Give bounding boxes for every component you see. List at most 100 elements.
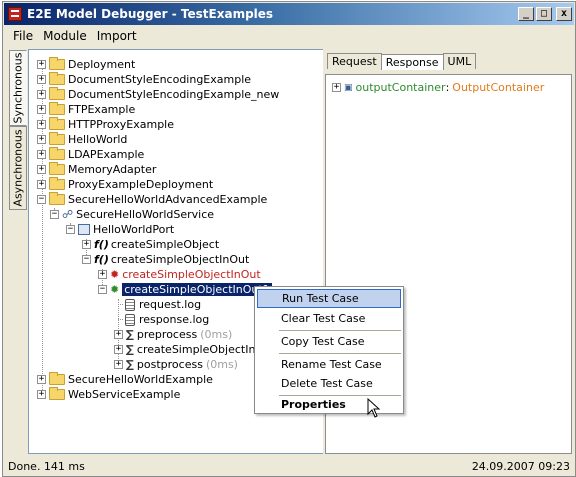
tree-item[interactable]: + ✹ createSimpleObjectInOut [98,267,261,282]
expand-icon[interactable]: + [114,360,123,369]
tree-item[interactable]: + ∑ createSimpleObjectInOut [114,342,275,357]
expand-icon[interactable]: + [37,105,46,114]
clear-test-case-menu-item[interactable]: Clear Test Case [257,309,401,328]
collapse-icon[interactable]: − [37,195,46,204]
collapse-icon[interactable]: − [82,255,91,264]
side-tab-strip: Synchronous Asynchronous [8,50,28,450]
tree-item[interactable]: + WebServiceExample [37,387,180,402]
run-test-case-menu-item[interactable]: Run Test Case [257,289,401,308]
tree-item[interactable]: + f() createSimpleObject [82,237,219,252]
tree-item[interactable]: + ProxyExampleDeployment [37,177,213,192]
expand-icon[interactable]: + [37,90,46,99]
expand-icon[interactable]: + [82,240,91,249]
tree-connector [118,319,123,320]
tree-item[interactable]: + FTPExample [37,102,135,117]
tree-item[interactable]: + DocumentStyleEncodingExample [37,72,251,87]
tree-item-label: MemoryAdapter [68,163,157,176]
tree-item-label: SecureHelloWorldAdvancedExample [68,193,268,206]
expand-icon[interactable]: + [332,83,341,92]
expand-icon[interactable]: + [37,135,46,144]
expand-icon[interactable]: + [37,60,46,69]
folder-icon [49,162,65,175]
tree-item[interactable]: + MemoryAdapter [37,162,156,177]
expand-icon[interactable]: + [37,375,46,384]
tree-item-label: FTPExample [68,103,136,116]
folder-icon [49,102,65,115]
folder-icon [49,147,65,160]
port-icon [78,224,90,235]
detail-tab-bar: Request Response UML [327,53,477,70]
menu-file[interactable]: File [8,27,38,45]
tree-item[interactable]: + ∑ postprocess (0ms) [114,357,238,372]
expand-icon[interactable]: + [37,120,46,129]
copy-test-case-menu-item[interactable]: Copy Test Case [257,332,401,351]
container-icon: ▣ [344,82,353,93]
tree-item[interactable]: + Deployment [37,57,135,72]
window-title: E2E Model Debugger - TestExamples [27,7,274,21]
menu-import[interactable]: Import [92,27,142,45]
maximize-button[interactable]: □ [536,7,552,21]
status-timestamp: 24.09.2007 09:23 [471,460,570,473]
timing-label: (0ms) [205,358,238,371]
tree-item[interactable]: − ✹ createSimpleObjectInOut1 [98,282,272,297]
tree-item-label: WebServiceExample [68,388,181,401]
tab-synchronous[interactable]: Synchronous [9,50,27,126]
expand-icon[interactable]: + [37,165,46,174]
title-bar[interactable]: E2E Model Debugger - TestExamples _ □ x [4,3,574,25]
service-icon: ☍ [62,208,74,221]
tree-item-label: request.log [139,298,202,311]
tree-item[interactable]: + HelloWorld [37,132,127,147]
response-tree-item[interactable]: + ▣ outputContainer : OutputContainer [332,81,544,94]
collapse-icon[interactable]: − [66,225,75,234]
tab-asynchronous-label: Asynchronous [11,129,25,207]
tree-item[interactable]: − HelloWorldPort [66,222,174,237]
tree-item[interactable]: + SecureHelloWorldExample [37,372,213,387]
log-file-icon [125,313,135,326]
tree-item[interactable]: + LDAPExample [37,147,144,162]
tree-item-label: HTTPProxyExample [68,118,175,131]
tab-uml[interactable]: UML [442,53,477,69]
tree-item[interactable]: + ∑ preprocess (0ms) [114,327,232,342]
app-logo-icon [8,7,22,21]
tree-item[interactable]: − SecureHelloWorldAdvancedExample [37,192,267,207]
close-button[interactable]: x [556,7,572,21]
expand-icon[interactable]: + [37,390,46,399]
tree-item[interactable]: − ☍ SecureHelloWorldService [50,207,214,222]
tab-asynchronous[interactable]: Asynchronous [9,126,27,210]
tree-item-label: response.log [139,313,210,326]
folder-icon [49,57,65,70]
collapse-icon[interactable]: − [50,210,59,219]
delete-test-case-menu-item[interactable]: Delete Test Case [257,374,401,393]
expand-icon[interactable]: + [37,150,46,159]
process-step-icon: ∑ [126,343,134,356]
timing-label: (0ms) [200,328,233,341]
app-window: E2E Model Debugger - TestExamples _ □ x … [2,1,576,477]
passed-test-icon: ✹ [110,283,120,296]
tree-item-label: createSimpleObject [110,238,220,251]
window-controls: _ □ x [518,7,572,21]
process-step-icon: ∑ [126,328,134,341]
collapse-icon[interactable]: − [98,285,107,294]
expand-icon[interactable]: + [114,345,123,354]
status-bar: Done. 141 ms 24.09.2007 09:23 [4,457,574,476]
tree-item[interactable]: + HTTPProxyExample [37,117,174,132]
tree-item-label: DocumentStyleEncodingExample_new [68,88,280,101]
expand-icon[interactable]: + [37,75,46,84]
expand-icon[interactable]: + [37,180,46,189]
tree-item-label: HelloWorldPort [93,223,175,236]
menu-module[interactable]: Module [38,27,92,45]
rename-test-case-menu-item[interactable]: Rename Test Case [257,355,401,374]
tree-connector [118,304,123,305]
tree-item[interactable]: + DocumentStyleEncodingExample_new [37,87,279,102]
minimize-button[interactable]: _ [518,7,534,21]
tab-response[interactable]: Response [380,54,444,70]
tree-item[interactable]: − f() createSimpleObjectInOut [82,252,249,267]
tree-item[interactable]: request.log [118,297,201,312]
folder-icon [49,72,65,85]
tree-item-label: SecureHelloWorldExample [68,373,213,386]
tree-item[interactable]: response.log [118,312,209,327]
tab-request[interactable]: Request [327,53,382,69]
expand-icon[interactable]: + [98,270,107,279]
tree-item-label-selected: createSimpleObjectInOut1 [122,283,272,296]
expand-icon[interactable]: + [114,330,123,339]
